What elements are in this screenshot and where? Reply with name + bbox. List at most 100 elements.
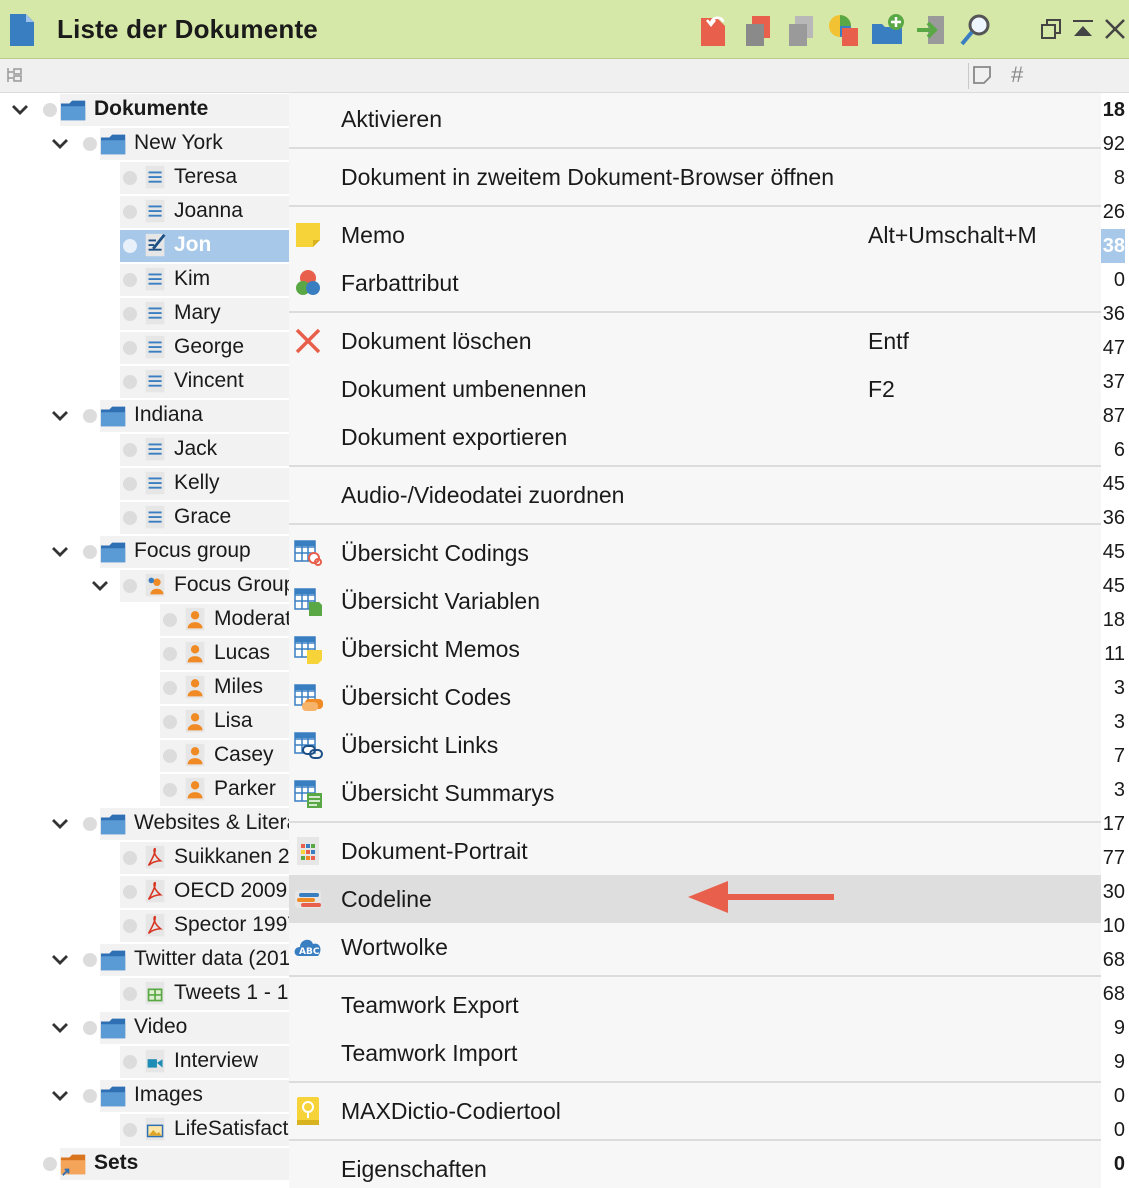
activation-dot[interactable] xyxy=(123,205,137,219)
menu-item-maxdictio-codiertool[interactable]: MAXDictio-Codiertool xyxy=(289,1087,1101,1135)
tree-row[interactable]: Kim xyxy=(0,263,289,297)
menu-item-uebersicht-codes[interactable]: Übersicht Codes xyxy=(289,673,1101,721)
tree-row[interactable]: Suikkanen 20 xyxy=(0,841,289,875)
collapse-icon[interactable] xyxy=(1068,14,1098,44)
undock-icon[interactable] xyxy=(1036,14,1066,44)
tree-view-icon[interactable] xyxy=(5,66,23,84)
activation-dot[interactable] xyxy=(123,1123,137,1137)
menu-item-memo[interactable]: Memo Alt+Umschalt+M xyxy=(289,211,1101,259)
tree-row[interactable]: Focus Group xyxy=(0,569,289,603)
tree-row[interactable]: Parker xyxy=(0,773,289,807)
activation-dot[interactable] xyxy=(163,715,177,729)
activation-dot[interactable] xyxy=(83,545,97,559)
tree-row[interactable]: Twitter data (201 xyxy=(0,943,289,977)
menu-item-uebersicht-links[interactable]: Übersicht Links xyxy=(289,721,1101,769)
import-documents-icon[interactable] xyxy=(914,12,950,48)
tree-row[interactable]: Images xyxy=(0,1079,289,1113)
close-icon[interactable] xyxy=(1100,14,1129,44)
activation-dot[interactable] xyxy=(123,851,137,865)
tree-row[interactable]: OECD 2009 xyxy=(0,875,289,909)
tree-row[interactable]: George xyxy=(0,331,289,365)
count-column-header[interactable]: # xyxy=(1011,62,1023,88)
menu-item-uebersicht-summarys[interactable]: Übersicht Summarys xyxy=(289,769,1101,817)
menu-item-aktivieren[interactable]: Aktivieren xyxy=(289,95,1101,143)
activation-dot[interactable] xyxy=(83,817,97,831)
activation-dot[interactable] xyxy=(43,103,57,117)
activation-dot[interactable] xyxy=(123,885,137,899)
tree-row[interactable]: Focus group xyxy=(0,535,289,569)
activation-dot[interactable] xyxy=(43,1157,57,1171)
tree-row[interactable]: Jack xyxy=(0,433,289,467)
menu-item-uebersicht-memos[interactable]: Übersicht Memos xyxy=(289,625,1101,673)
expand-chevron-icon[interactable] xyxy=(90,576,110,596)
expand-chevron-icon[interactable] xyxy=(50,950,70,970)
tree-row[interactable]: Tweets 1 - 15 xyxy=(0,977,289,1011)
activation-dot[interactable] xyxy=(123,273,137,287)
activation-dot[interactable] xyxy=(123,171,137,185)
activation-dot[interactable] xyxy=(123,375,137,389)
tree-row[interactable]: Casey xyxy=(0,739,289,773)
tree-row[interactable]: LifeSatisfacti xyxy=(0,1113,289,1147)
activation-dot[interactable] xyxy=(123,1055,137,1069)
activation-dot[interactable] xyxy=(163,613,177,627)
activation-dot[interactable] xyxy=(123,987,137,1001)
menu-item-teamwork-import[interactable]: Teamwork Import xyxy=(289,1029,1101,1077)
menu-item-dokument-in-zweitem-dokument-browser-oeffnen[interactable]: Dokument in zweitem Dokument-Browser öff… xyxy=(289,153,1101,201)
activation-dot[interactable] xyxy=(123,341,137,355)
tree-row[interactable]: Miles xyxy=(0,671,289,705)
activation-dot[interactable] xyxy=(163,681,177,695)
new-document-group-icon[interactable] xyxy=(870,12,906,48)
activation-dot[interactable] xyxy=(123,239,137,253)
menu-item-uebersicht-codings[interactable]: Übersicht Codings xyxy=(289,529,1101,577)
menu-item-dokument-exportieren[interactable]: Dokument exportieren xyxy=(289,413,1101,461)
menu-item-farbattribut[interactable]: Farbattribut xyxy=(289,259,1101,307)
expand-chevron-icon[interactable] xyxy=(10,100,30,120)
activation-dot[interactable] xyxy=(123,579,137,593)
activation-dot[interactable] xyxy=(163,749,177,763)
tree-row[interactable]: Moderat xyxy=(0,603,289,637)
activation-dot[interactable] xyxy=(163,783,177,797)
activation-dot[interactable] xyxy=(83,1021,97,1035)
menu-item-teamwork-export[interactable]: Teamwork Export xyxy=(289,981,1101,1029)
tree-row[interactable]: Video xyxy=(0,1011,289,1045)
activation-dot[interactable] xyxy=(123,307,137,321)
tree-row[interactable]: Teresa xyxy=(0,161,289,195)
tree-row[interactable]: Dokumente xyxy=(0,93,289,127)
tree-row[interactable]: Mary xyxy=(0,297,289,331)
expand-chevron-icon[interactable] xyxy=(50,406,70,426)
activation-dot[interactable] xyxy=(83,409,97,423)
activation-dot[interactable] xyxy=(83,1089,97,1103)
menu-item-eigenschaften[interactable]: Eigenschaften xyxy=(289,1145,1101,1188)
tree-row[interactable]: New York xyxy=(0,127,289,161)
activate-document-icon[interactable] xyxy=(697,12,733,48)
activation-dot[interactable] xyxy=(83,953,97,967)
tree-row[interactable]: Vincent xyxy=(0,365,289,399)
expand-chevron-icon[interactable] xyxy=(50,134,70,154)
activation-dot[interactable] xyxy=(123,477,137,491)
activation-dot[interactable] xyxy=(83,137,97,151)
search-icon[interactable] xyxy=(958,12,994,48)
activation-dot[interactable] xyxy=(123,443,137,457)
tree-row[interactable]: Grace xyxy=(0,501,289,535)
tree-row[interactable]: Websites & Litera xyxy=(0,807,289,841)
memo-column-icon[interactable] xyxy=(972,65,992,85)
activation-dot[interactable] xyxy=(123,511,137,525)
copy-documents-icon[interactable] xyxy=(740,12,776,48)
menu-item-dokument-loeschen[interactable]: Dokument löschen Entf xyxy=(289,317,1101,365)
menu-item-uebersicht-variablen[interactable]: Übersicht Variablen xyxy=(289,577,1101,625)
tree-row[interactable]: Jon xyxy=(0,229,289,263)
expand-chevron-icon[interactable] xyxy=(50,542,70,562)
tree-row[interactable]: Joanna xyxy=(0,195,289,229)
menu-item-dokument-umbenennen[interactable]: Dokument umbenennen F2 xyxy=(289,365,1101,413)
expand-chevron-icon[interactable] xyxy=(50,1086,70,1106)
tree-row[interactable]: Sets xyxy=(0,1147,289,1181)
color-attribute-icon[interactable] xyxy=(826,12,862,48)
menu-item-audio-videodatei-zuordnen[interactable]: Audio-/Videodatei zuordnen xyxy=(289,471,1101,519)
tree-row[interactable]: Indiana xyxy=(0,399,289,433)
expand-chevron-icon[interactable] xyxy=(50,1018,70,1038)
tree-row[interactable]: Lisa xyxy=(0,705,289,739)
expand-chevron-icon[interactable] xyxy=(50,814,70,834)
activation-dot[interactable] xyxy=(123,919,137,933)
duplicate-documents-icon[interactable] xyxy=(783,12,819,48)
menu-item-dokument-portrait[interactable]: Dokument-Portrait xyxy=(289,827,1101,875)
